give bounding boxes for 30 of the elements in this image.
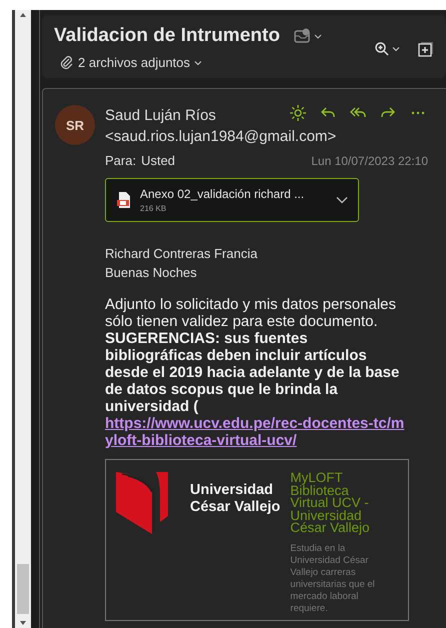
logo-text: César Vallejo (190, 499, 280, 516)
message-subject: Validacion de Intrumento (54, 25, 280, 47)
message-date: Lun 10/07/2023 22:10 (311, 154, 429, 168)
body-paragraph: Adjunto lo solicitado y mis datos personales sólo tienen validez para este documento. SUGERENCIAS: sus fuentes bibliográficas deben incluir artículos desde el 2019 hacia adelante y de la base de datos scopus que le brinda la universidad ( https://www.ucv.edu.pe/rec-docentes-tc/myloft-biblioteca-virtual-ucv/ (105, 296, 405, 449)
zoom-button[interactable] (374, 41, 400, 57)
sender-name: Saud Luján Ríos (105, 107, 216, 124)
attachment-card[interactable]: Anexo 02_validación richard ... 216 KB (105, 178, 359, 222)
sender-avatar: SR (55, 105, 95, 145)
link[interactable]: https://www.ucv.edu.pe/rec-docentes-tc/myloft-biblioteca-virtual-ucv/ (105, 415, 405, 449)
recipient-name: Usted (141, 153, 176, 168)
open-window-icon[interactable] (418, 41, 434, 57)
pdf-file-icon (116, 191, 132, 209)
body-line: Richard Contreras Francia (105, 245, 258, 263)
sender-email: <saud.rios.lujan1984@gmail.com> (105, 128, 338, 145)
chevron-down-icon[interactable] (194, 60, 202, 66)
recipient-label: Para: (105, 153, 136, 168)
label-button[interactable] (294, 28, 324, 44)
attachments-toggle[interactable]: 2 archivos adjuntos (60, 55, 202, 70)
logo-text: Universidad (190, 482, 274, 499)
shield-logo-icon (116, 472, 168, 534)
sun-icon[interactable] (290, 105, 306, 121)
preview-description: Estudia en la Universidad César Vallejo carreras universitarias que el mercado laboral requiere. (290, 542, 376, 614)
chevron-down-icon[interactable] (392, 46, 400, 52)
attachment-size: 216 KB (140, 204, 168, 213)
attachment-name: Anexo 02_validación richard ... (140, 187, 306, 201)
preview-title[interactable]: MyLOFT Biblioteca Virtual UCV - Universidad César Vallejo (290, 472, 390, 534)
chevron-down-icon[interactable] (336, 196, 348, 204)
body-line: Buenas Noches (105, 264, 198, 282)
paperclip-icon (60, 56, 74, 70)
scrollbar-thumb[interactable] (17, 564, 29, 614)
